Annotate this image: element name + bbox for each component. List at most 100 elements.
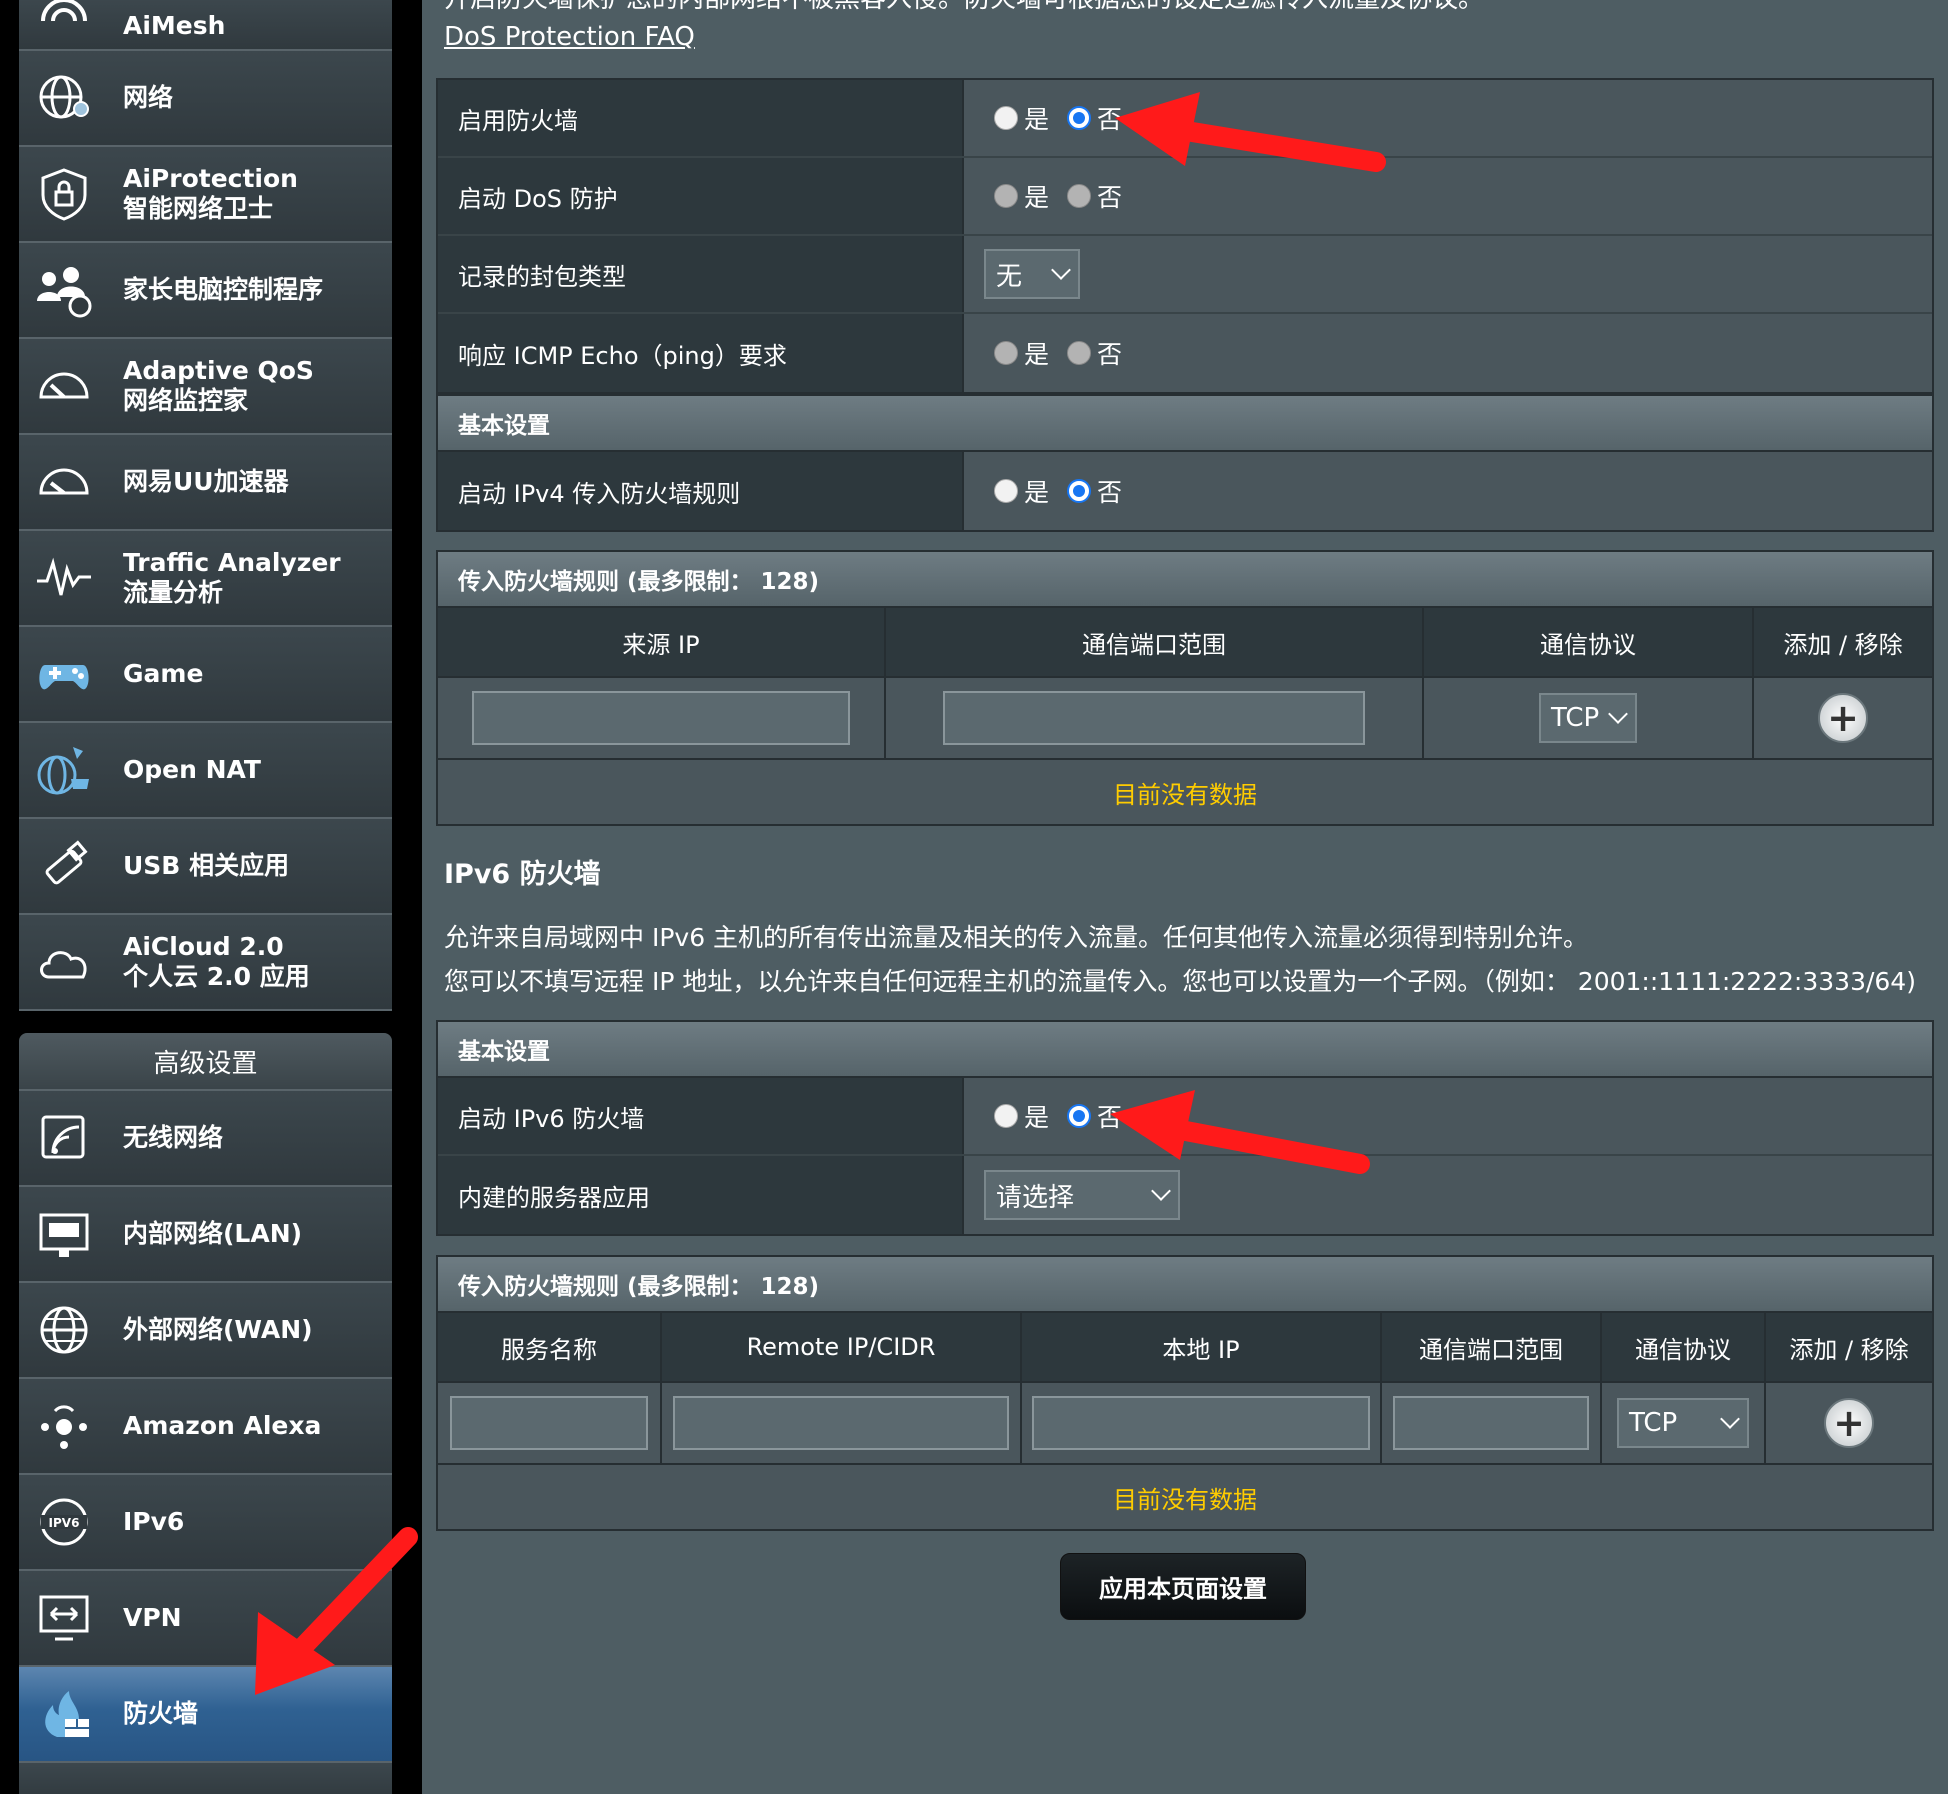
local-ip-input[interactable]: [1032, 1396, 1370, 1450]
col-source-ip: 来源 IP: [438, 608, 886, 676]
ipv4-rules-yes-radio[interactable]: 是: [994, 473, 1049, 509]
remote-ip-input[interactable]: [673, 1396, 1009, 1450]
network-globe-icon: [31, 65, 97, 131]
aimesh-icon: [31, 0, 97, 43]
no-data-text: 目前没有数据: [438, 1463, 1932, 1529]
col-port-range: 通信端口范围: [1382, 1313, 1602, 1381]
protocol-select[interactable]: TCP: [1617, 1398, 1749, 1448]
partial-icon: [31, 1763, 97, 1794]
chevron-down-icon: [1720, 1409, 1740, 1429]
ipv6-rules-panel: 传入防火墙规则 (最多限制： 128) 服务名称 Remote IP/CIDR …: [436, 1255, 1934, 1531]
icmp-yes-radio[interactable]: 是: [994, 335, 1049, 371]
port-range-input[interactable]: [1393, 1396, 1589, 1450]
open-nat-icon: [31, 737, 97, 803]
section-header: 传入防火墙规则 (最多限制： 128): [438, 552, 1932, 608]
server-app-select[interactable]: 请选择: [984, 1170, 1180, 1220]
enable-firewall-yes-radio[interactable]: 是: [994, 100, 1049, 136]
dos-faq-link[interactable]: DoS Protection FAQ: [444, 22, 695, 52]
service-name-input[interactable]: [450, 1396, 648, 1450]
dos-no-radio[interactable]: 否: [1067, 178, 1122, 214]
ipv4-basic-panel: 基本设置 启动 IPv4 传入防火墙规则 是 否: [436, 394, 1934, 532]
wan-globe-icon: [31, 1297, 97, 1363]
firewall-icon: [31, 1681, 97, 1747]
chevron-down-icon: [1608, 704, 1628, 724]
row-label: 启动 DoS 防护: [438, 158, 964, 234]
menu-item-aiprotection[interactable]: AiProtection 智能网络卫士: [19, 147, 392, 243]
menu-item-usb[interactable]: USB 相关应用: [19, 819, 392, 915]
menu-item-parental-controls[interactable]: 家长电脑控制程序: [19, 243, 392, 339]
col-service-name: 服务名称: [438, 1313, 662, 1381]
menu-item-wireless[interactable]: 无线网络: [19, 1091, 392, 1187]
menu-item-ipv6[interactable]: IPV6 IPv6: [19, 1475, 392, 1571]
col-protocol: 通信协议: [1602, 1313, 1766, 1381]
menu-label: Game: [123, 659, 204, 688]
menu-label: 内部网络(LAN): [123, 1219, 303, 1248]
chevron-down-icon: [1051, 260, 1071, 280]
menu-item-game[interactable]: Game: [19, 627, 392, 723]
cloud-icon: [31, 929, 97, 995]
menu-item-aimesh[interactable]: AiMesh: [19, 0, 392, 51]
section-header: 基本设置: [438, 396, 1932, 452]
chevron-down-icon: [1151, 1181, 1171, 1201]
advanced-menu: 高级设置 无线网络 内部网络(LAN) 外部网络(WAN) Amazon Ale…: [19, 1033, 392, 1794]
advanced-settings-header: 高级设置: [19, 1033, 392, 1091]
ipv6-no-radio[interactable]: 否: [1067, 1098, 1122, 1134]
builtin-server-row: 内建的服务器应用 请选择: [438, 1156, 1932, 1234]
menu-item-uu-accelerator[interactable]: 网易UU加速器: [19, 435, 392, 531]
icmp-no-radio[interactable]: 否: [1067, 335, 1122, 371]
dos-yes-radio[interactable]: 是: [994, 178, 1049, 214]
logged-packet-type-row: 记录的封包类型 无: [438, 236, 1932, 314]
menu-label-line1: Adaptive QoS: [123, 356, 314, 385]
apply-button[interactable]: 应用本页面设置: [1060, 1553, 1306, 1620]
menu-label-line1: AiCloud 2.0: [123, 932, 284, 961]
source-ip-input[interactable]: [472, 691, 850, 745]
vpn-icon: [31, 1585, 97, 1651]
add-rule-icon[interactable]: +: [1824, 1398, 1874, 1448]
protocol-select[interactable]: TCP: [1539, 693, 1637, 743]
no-data-text: 目前没有数据: [438, 758, 1932, 824]
table-input-row: TCP +: [438, 678, 1932, 758]
general-menu: AiMesh 网络 AiProtection 智能网络卫士 家长电脑控制程序 Ad…: [19, 0, 392, 1011]
menu-label: AiMesh: [123, 11, 226, 40]
menu-item-firewall[interactable]: 防火墙: [19, 1667, 392, 1763]
alexa-icon: [31, 1393, 97, 1459]
add-rule-icon[interactable]: +: [1818, 693, 1868, 743]
ipv4-rules-no-radio[interactable]: 否: [1067, 473, 1122, 509]
col-local-ip: 本地 IP: [1022, 1313, 1382, 1381]
ipv6-firewall-title: IPv6 防火墙: [444, 859, 601, 890]
menu-item-traffic-analyzer[interactable]: Traffic Analyzer 流量分析: [19, 531, 392, 627]
menu-item-adaptive-qos[interactable]: Adaptive QoS 网络监控家: [19, 339, 392, 435]
menu-item-lan[interactable]: 内部网络(LAN): [19, 1187, 392, 1283]
wireless-icon: [31, 1105, 97, 1171]
menu-item-aicloud[interactable]: AiCloud 2.0 个人云 2.0 应用: [19, 915, 392, 1011]
port-range-input[interactable]: [943, 691, 1365, 745]
menu-label: 家长电脑控制程序: [123, 275, 324, 304]
menu-item-partial[interactable]: [19, 1763, 392, 1794]
col-protocol: 通信协议: [1424, 608, 1754, 676]
row-label: 启动 IPv6 防火墙: [438, 1078, 964, 1154]
menu-item-open-nat[interactable]: Open NAT: [19, 723, 392, 819]
ipv6-yes-radio[interactable]: 是: [994, 1098, 1049, 1134]
enable-firewall-no-radio[interactable]: 否: [1067, 100, 1122, 136]
menu-label-line2: 智能网络卫士: [123, 194, 274, 223]
menu-label: 无线网络: [123, 1123, 224, 1152]
ipv6-enable-row: 启动 IPv6 防火墙 是 否: [438, 1078, 1932, 1156]
menu-label: 外部网络(WAN): [123, 1315, 313, 1344]
menu-item-network[interactable]: 网络: [19, 51, 392, 147]
sidebar: AiMesh 网络 AiProtection 智能网络卫士 家长电脑控制程序 Ad…: [19, 0, 392, 1794]
menu-item-vpn[interactable]: VPN: [19, 1571, 392, 1667]
family-users-icon: [31, 257, 97, 323]
packet-type-select[interactable]: 无: [984, 249, 1080, 299]
ipv6-description-1: 允许来自局域网中 IPv6 主机的所有传出流量及相关的传入流量。任何其他传入流量…: [444, 923, 1589, 952]
menu-label-line1: AiProtection: [123, 164, 298, 193]
svg-text:IPV6: IPV6: [49, 1516, 80, 1530]
menu-label-line2: 个人云 2.0 应用: [123, 962, 310, 991]
accelerator-icon: [31, 449, 97, 515]
menu-item-alexa[interactable]: Amazon Alexa: [19, 1379, 392, 1475]
traffic-wave-icon: [31, 545, 97, 611]
gamepad-icon: [31, 641, 97, 707]
menu-item-wan[interactable]: 外部网络(WAN): [19, 1283, 392, 1379]
row-label: 启动 IPv4 传入防火墙规则: [438, 452, 964, 530]
firewall-general-panel: 启用防火墙 是 否 启动 DoS 防护 是 否 记录的封包类型 无 响应 ICM…: [436, 78, 1934, 394]
table-header: 来源 IP 通信端口范围 通信协议 添加 / 移除: [438, 608, 1932, 678]
